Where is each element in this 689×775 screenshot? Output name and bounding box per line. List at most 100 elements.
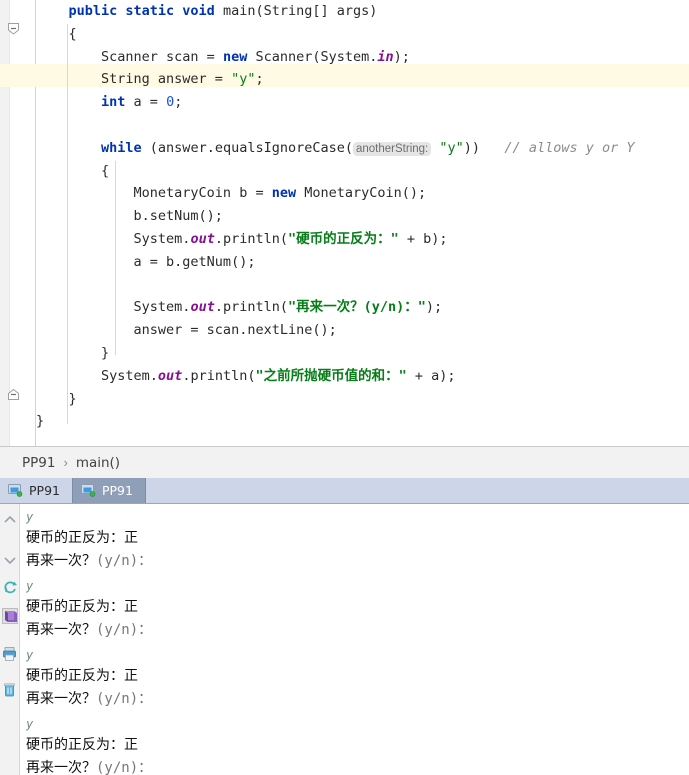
- console-output-line: 硬币的正反为：正: [26, 596, 138, 619]
- code-line[interactable]: int a = 0;: [36, 91, 182, 114]
- code-token: "y": [231, 71, 256, 88]
- rerun-icon[interactable]: [2, 580, 18, 596]
- code-text[interactable]: public static void main(String[] args) {…: [36, 0, 689, 446]
- code-line[interactable]: answer = scan.nextLine();: [36, 319, 337, 342]
- run-console-icon: [8, 484, 23, 497]
- code-line[interactable]: b.setNum();: [36, 205, 223, 228]
- code-token: answer = scan.nextLine();: [36, 322, 337, 339]
- code-token: new: [271, 185, 297, 202]
- console-text-run: 再来一次？: [26, 553, 96, 569]
- code-token: in: [377, 48, 394, 65]
- code-token: anotherString:: [353, 141, 432, 156]
- code-token: String answer =: [36, 71, 232, 88]
- scroll-up-icon[interactable]: [2, 512, 18, 528]
- code-line[interactable]: {: [36, 23, 77, 46]
- code-line[interactable]: [36, 114, 44, 137]
- console-output-line: 再来一次？(y/n)：: [26, 688, 152, 711]
- code-token: );: [393, 48, 410, 65]
- code-token: int: [101, 94, 126, 111]
- code-token: MonetaryCoin();: [296, 185, 427, 202]
- code-line[interactable]: System.out.println("硬币的正反为：" + b);: [36, 228, 448, 251]
- console-output-text[interactable]: y 硬币的正反为：正 再来一次？(y/n)： y 硬币的正反为：正 再来一次？(y/n)：…: [26, 504, 686, 775]
- tab-pp91-0[interactable]: PP91: [0, 478, 72, 503]
- code-line[interactable]: }: [36, 410, 44, 433]
- console-text-run: 硬币的正反为：正: [26, 530, 138, 546]
- code-line[interactable]: }: [36, 342, 109, 365]
- code-line[interactable]: String answer = "y";: [36, 68, 264, 91]
- code-line[interactable]: System.out.println("之前所抛硬币值的和：" + a);: [36, 365, 456, 388]
- console-text-run: 再来一次？: [26, 622, 96, 638]
- console-text-run: 再来一次？: [26, 691, 96, 707]
- code-line[interactable]: a = b.getNum();: [36, 251, 256, 274]
- breadcrumb-class[interactable]: PP91: [22, 455, 55, 471]
- code-token: System.: [36, 231, 191, 247]
- code-token: .println(: [214, 231, 288, 247]
- code-line[interactable]: MonetaryCoin b = new MonetaryCoin();: [36, 182, 427, 205]
- tab-pp91-1[interactable]: PP91: [71, 478, 146, 503]
- console-text-run: 硬币的正反为：正: [26, 599, 138, 615]
- console-input-line: y: [26, 644, 33, 667]
- console-text-run: y: [26, 510, 34, 524]
- breadcrumb[interactable]: PP91 › main(): [0, 446, 689, 478]
- console-text-run: y: [26, 648, 34, 662]
- code-token: a =: [125, 94, 167, 111]
- code-line[interactable]: Scanner scan = new Scanner(System.in);: [36, 46, 410, 69]
- code-line[interactable]: }: [36, 388, 77, 411]
- print-icon[interactable]: [2, 646, 18, 662]
- code-token: }: [36, 345, 110, 361]
- code-token: System.: [36, 367, 158, 384]
- code-line[interactable]: [36, 274, 44, 297]
- code-line[interactable]: public static void main(String[] args): [36, 0, 378, 23]
- console-output-line: 再来一次？(y/n)：: [26, 619, 152, 642]
- run-console[interactable]: y 硬币的正反为：正 再来一次？(y/n)： y 硬币的正反为：正 再来一次？(y/n)：…: [0, 504, 689, 775]
- fold-collapse-down-icon[interactable]: [7, 22, 20, 35]
- code-token: public static void: [68, 3, 223, 19]
- code-token: + b);: [398, 231, 448, 247]
- code-token: (answer.equalsIgnoreCase(: [141, 139, 353, 156]
- stop-process-icon[interactable]: [2, 608, 18, 624]
- code-token: out: [157, 367, 183, 384]
- code-token: 0: [166, 94, 175, 111]
- code-line[interactable]: {: [36, 160, 109, 183]
- code-token: new: [222, 48, 248, 65]
- ide-window: public static void main(String[] args) {…: [0, 0, 689, 775]
- console-output-line: 硬币的正反为：正: [26, 734, 138, 757]
- code-token: ;: [174, 94, 183, 111]
- console-input-line: y: [26, 506, 33, 529]
- console-output-line: 再来一次？(y/n)：: [26, 757, 152, 775]
- breadcrumb-separator-icon: ›: [63, 455, 68, 470]
- code-token: out: [190, 231, 215, 247]
- console-text-run: 硬币的正反为：正: [26, 668, 138, 684]
- code-line[interactable]: while (answer.equalsIgnoreCase(anotherSt…: [36, 137, 634, 161]
- console-input-line: y: [26, 713, 33, 736]
- code-token: + a);: [406, 367, 456, 384]
- console-text-run: y: [26, 579, 34, 593]
- breadcrumb-method[interactable]: main(): [76, 455, 120, 471]
- code-token: "硬币的正反为：": [287, 231, 399, 247]
- console-output-line: 硬币的正反为：正: [26, 665, 138, 688]
- code-token: );: [425, 299, 443, 316]
- code-token: out: [190, 299, 215, 316]
- scroll-down-icon[interactable]: [2, 552, 18, 568]
- console-text-run: (y/n)：: [96, 553, 153, 569]
- code-token: }: [36, 390, 77, 407]
- tab-label: PP91: [29, 483, 60, 498]
- code-token: main(String[] args): [222, 3, 378, 19]
- trash-icon[interactable]: [2, 682, 18, 698]
- console-text-run: y: [26, 717, 34, 731]
- run-tool-window-tabbar[interactable]: PP91 PP91: [0, 478, 689, 504]
- code-editor[interactable]: public static void main(String[] args) {…: [0, 0, 689, 446]
- code-token: Scanner scan =: [36, 48, 223, 65]
- code-line[interactable]: System.out.println("再来一次？(y/n)：");: [36, 296, 443, 319]
- run-console-icon: [80, 484, 96, 497]
- code-token: .println(: [214, 299, 288, 316]
- console-output-line: 硬币的正反为：正: [26, 527, 138, 550]
- code-token: {: [36, 162, 110, 179]
- console-text-run: (y/n)：: [96, 760, 153, 775]
- code-token: )): [463, 139, 481, 156]
- fold-collapse-up-icon[interactable]: [7, 388, 20, 401]
- tab-label: PP91: [101, 483, 133, 498]
- code-token: MonetaryCoin b =: [36, 185, 272, 202]
- console-toolbar[interactable]: [0, 504, 20, 775]
